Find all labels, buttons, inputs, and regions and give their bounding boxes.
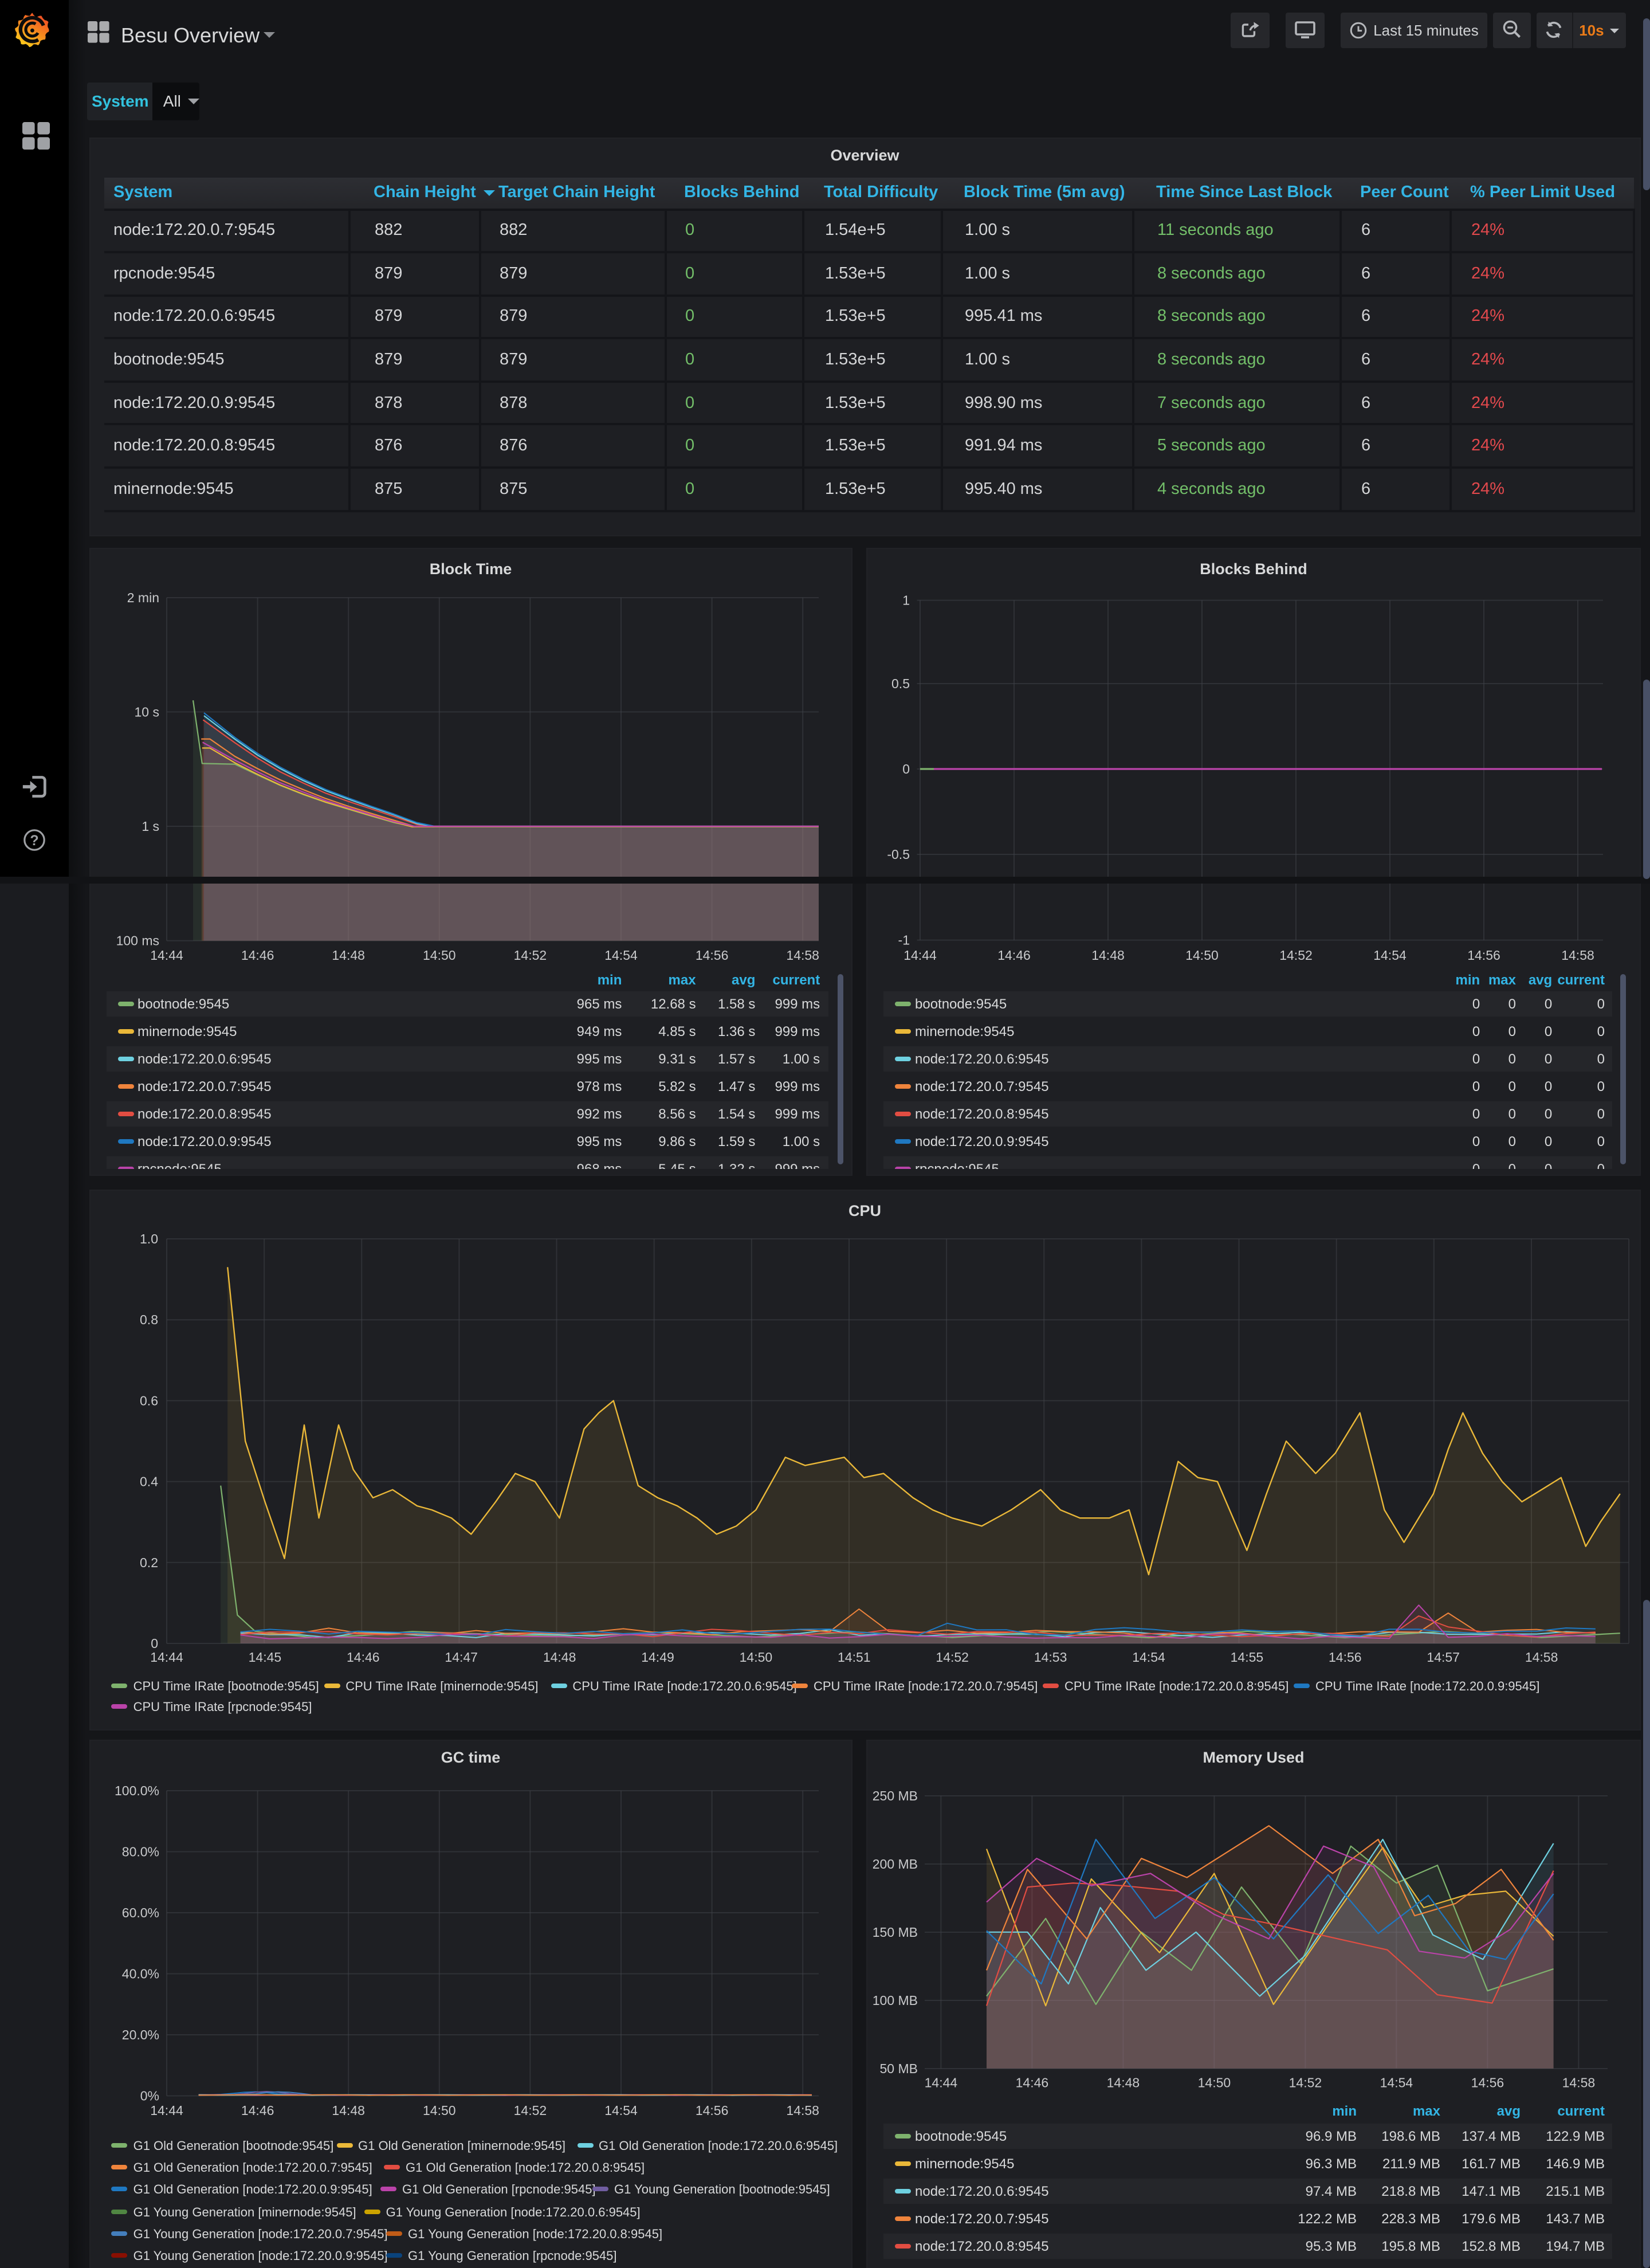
svg-text:14:46: 14:46 [1016, 2075, 1049, 2090]
svg-text:14:55: 14:55 [1230, 1650, 1263, 1665]
svg-text:14:52: 14:52 [513, 947, 547, 962]
svg-text:14:50: 14:50 [1185, 947, 1219, 962]
svg-text:60.0%: 60.0% [121, 1905, 159, 1920]
svg-text:1 s: 1 s [141, 818, 159, 833]
svg-text:10 s: 10 s [134, 704, 159, 719]
svg-text:14:54: 14:54 [604, 2103, 637, 2118]
svg-text:0: 0 [902, 761, 910, 776]
svg-text:14:47: 14:47 [444, 1650, 477, 1665]
svg-text:14:51: 14:51 [837, 1650, 870, 1665]
svg-text:0.2: 0.2 [139, 1555, 158, 1570]
svg-text:14:52: 14:52 [513, 2103, 547, 2118]
svg-text:14:50: 14:50 [739, 1650, 772, 1665]
svg-text:14:54: 14:54 [1132, 1650, 1165, 1665]
svg-text:14:44: 14:44 [925, 2075, 958, 2090]
svg-text:200 MB: 200 MB [873, 1857, 918, 1871]
svg-text:100.0%: 100.0% [114, 1783, 159, 1798]
svg-text:14:57: 14:57 [1426, 1650, 1459, 1665]
svg-text:1.0: 1.0 [139, 1231, 158, 1246]
svg-text:14:56: 14:56 [1471, 2075, 1504, 2090]
svg-text:?: ? [30, 833, 38, 849]
svg-text:-1: -1 [898, 932, 910, 947]
svg-text:14:56: 14:56 [695, 2103, 728, 2118]
svg-text:14:50: 14:50 [422, 947, 455, 962]
svg-text:14:54: 14:54 [1380, 2075, 1413, 2090]
svg-text:0%: 0% [140, 2089, 159, 2104]
svg-text:14:46: 14:46 [241, 947, 274, 962]
svg-text:14:46: 14:46 [241, 2103, 274, 2118]
svg-text:14:56: 14:56 [695, 947, 728, 962]
svg-text:14:44: 14:44 [150, 2103, 183, 2118]
svg-text:14:50: 14:50 [1198, 2075, 1231, 2090]
svg-text:14:50: 14:50 [422, 2103, 455, 2118]
svg-text:-0.5: -0.5 [887, 846, 910, 861]
svg-text:14:52: 14:52 [1289, 2075, 1322, 2090]
svg-text:80.0%: 80.0% [121, 1845, 159, 1859]
svg-text:100 MB: 100 MB [873, 1993, 918, 2008]
svg-text:50 MB: 50 MB [880, 2061, 918, 2076]
svg-text:14:56: 14:56 [1328, 1650, 1361, 1665]
svg-text:20.0%: 20.0% [121, 2027, 159, 2042]
svg-text:14:53: 14:53 [1034, 1650, 1067, 1665]
svg-text:250 MB: 250 MB [873, 1788, 918, 1803]
svg-text:14:48: 14:48 [1091, 947, 1125, 962]
svg-text:14:58: 14:58 [1561, 947, 1594, 962]
svg-text:14:46: 14:46 [346, 1650, 379, 1665]
svg-text:0.8: 0.8 [139, 1312, 158, 1327]
svg-text:14:48: 14:48 [331, 2103, 364, 2118]
svg-text:14:46: 14:46 [997, 947, 1031, 962]
svg-text:0: 0 [150, 1636, 158, 1651]
svg-text:100 ms: 100 ms [116, 933, 159, 948]
svg-text:14:44: 14:44 [150, 1650, 183, 1665]
svg-text:150 MB: 150 MB [873, 1925, 918, 1940]
svg-text:14:58: 14:58 [785, 2103, 819, 2118]
svg-text:14:58: 14:58 [1562, 2075, 1596, 2090]
svg-text:0.6: 0.6 [139, 1393, 158, 1408]
svg-text:14:48: 14:48 [543, 1650, 576, 1665]
svg-text:14:48: 14:48 [1107, 2075, 1140, 2090]
svg-text:14:44: 14:44 [150, 947, 183, 962]
svg-text:40.0%: 40.0% [121, 1967, 159, 1981]
svg-text:14:58: 14:58 [785, 947, 819, 962]
svg-text:0.5: 0.5 [891, 676, 910, 690]
svg-text:2 min: 2 min [127, 590, 159, 605]
svg-text:14:54: 14:54 [1373, 947, 1407, 962]
svg-text:14:49: 14:49 [641, 1650, 674, 1665]
svg-text:14:54: 14:54 [604, 947, 637, 962]
svg-text:14:58: 14:58 [1525, 1650, 1558, 1665]
svg-text:14:45: 14:45 [248, 1650, 281, 1665]
svg-text:14:52: 14:52 [935, 1650, 968, 1665]
svg-text:14:44: 14:44 [903, 947, 937, 962]
svg-text:0.4: 0.4 [139, 1474, 158, 1489]
svg-text:14:48: 14:48 [331, 947, 364, 962]
svg-text:14:56: 14:56 [1467, 947, 1500, 962]
svg-text:1: 1 [902, 592, 910, 607]
svg-text:14:52: 14:52 [1279, 947, 1313, 962]
